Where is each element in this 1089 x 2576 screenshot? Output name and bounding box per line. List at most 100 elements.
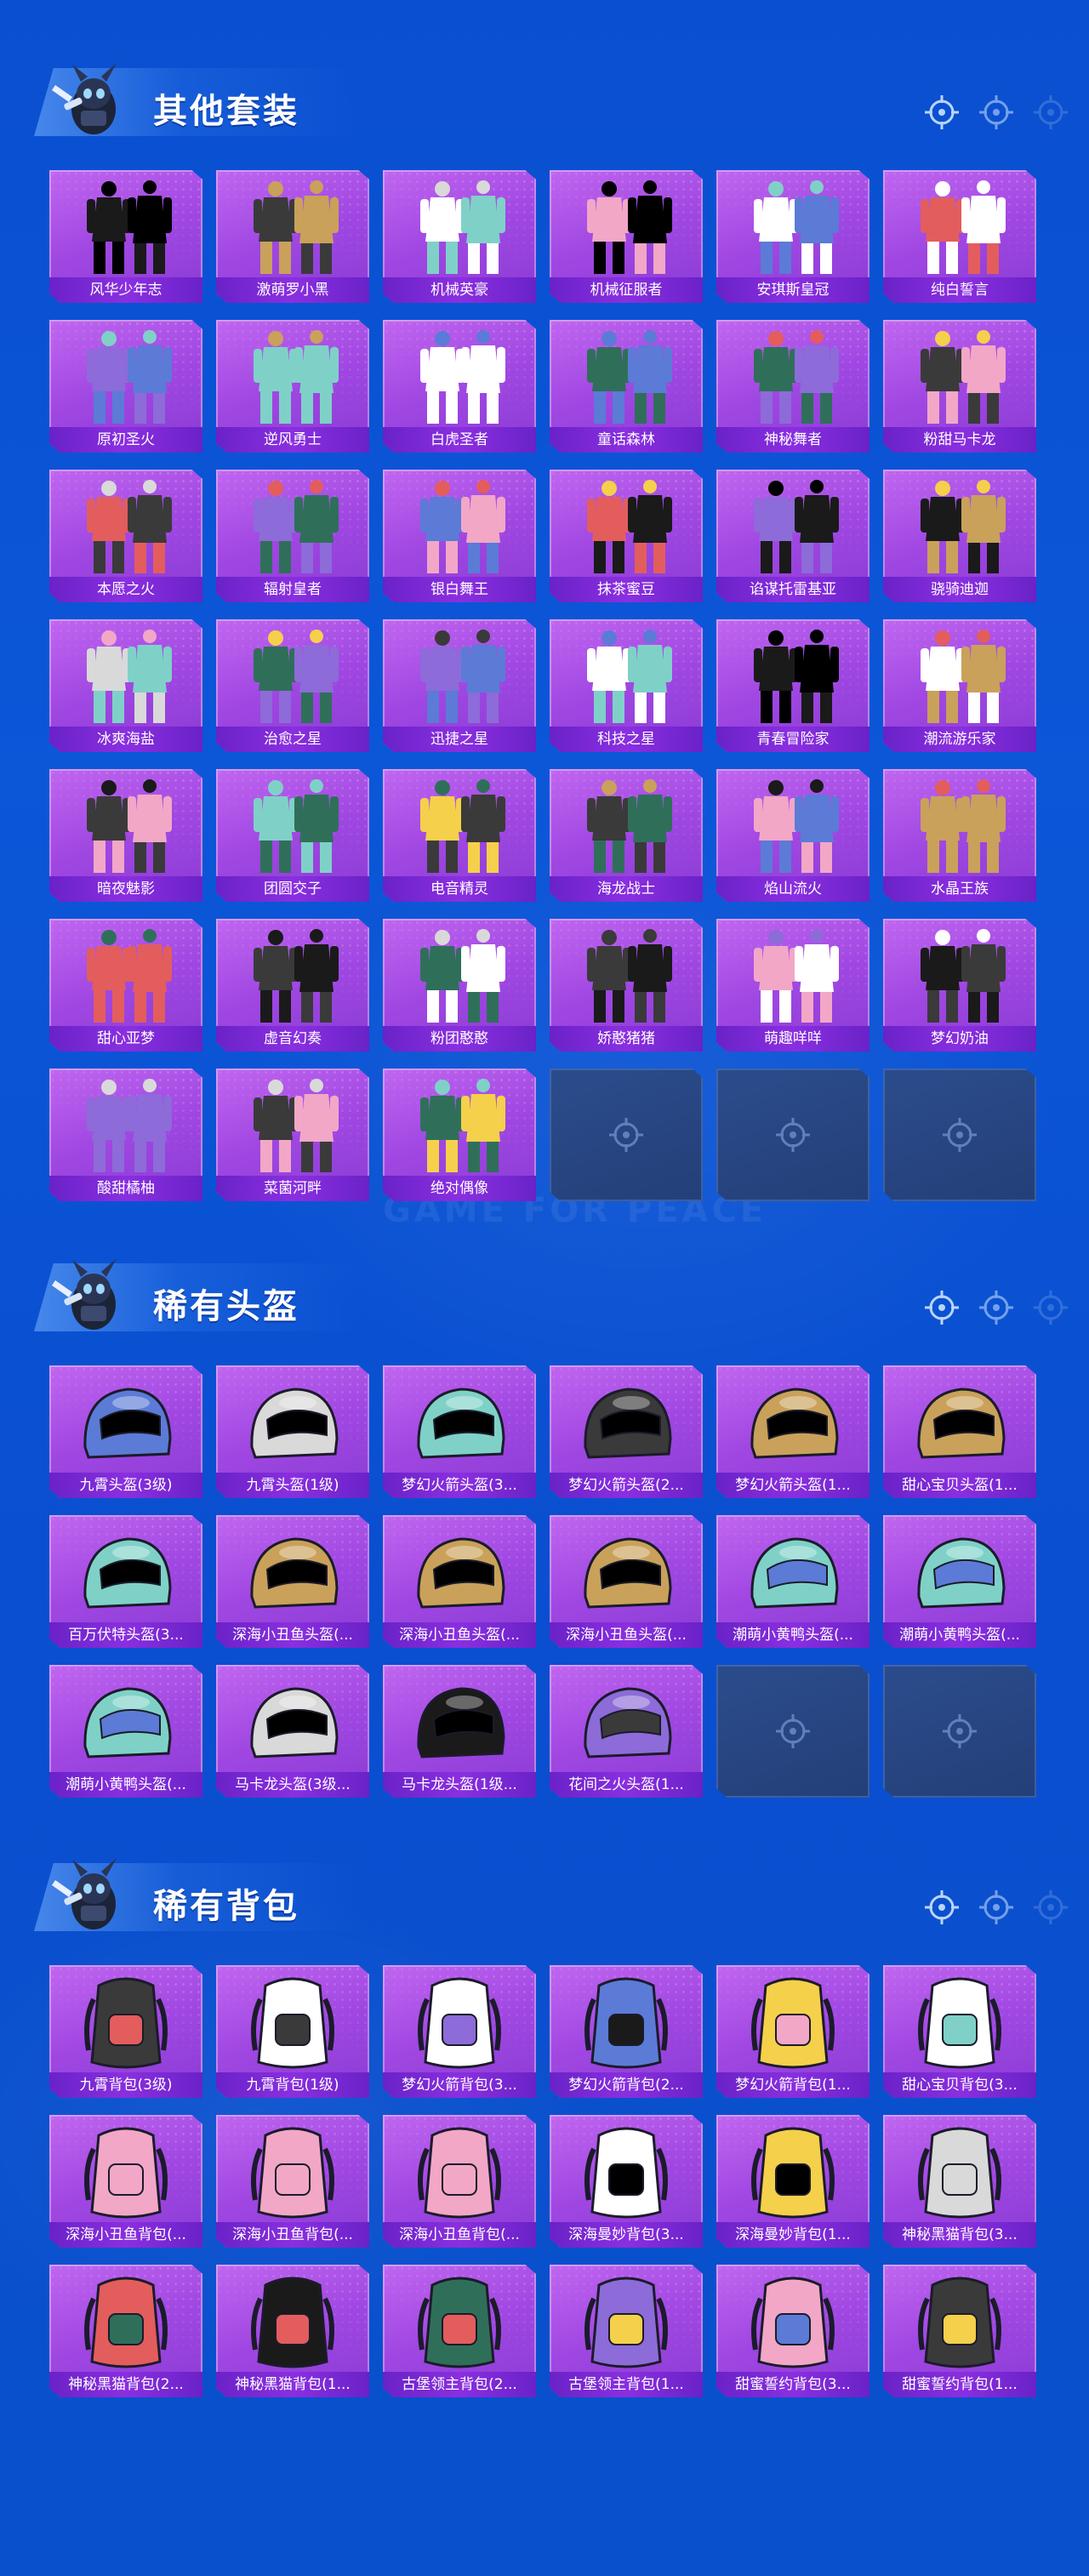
backpack-card[interactable]: 深海曼妙背包(1... bbox=[716, 2115, 869, 2248]
backpack-card[interactable]: 深海曼妙背包(3... bbox=[550, 2115, 703, 2248]
outfit-name: 绝对偶像 bbox=[383, 1176, 536, 1201]
outfit-card[interactable]: 机械英豪 bbox=[383, 170, 536, 303]
helmet-card[interactable]: 梦幻火箭头盔(2... bbox=[550, 1365, 703, 1498]
backpack-image bbox=[383, 2268, 536, 2375]
outfit-card[interactable]: 抹茶蜜豆 bbox=[550, 470, 703, 602]
backpack-card[interactable]: 梦幻火箭背包(2... bbox=[550, 1965, 703, 2098]
outfit-figure-b bbox=[795, 630, 839, 723]
outfit-card[interactable]: 骁骑迪迦 bbox=[883, 470, 1036, 602]
helmet-card[interactable]: 马卡龙头盔(1级... bbox=[383, 1665, 536, 1798]
outfit-card[interactable]: 风华少年志 bbox=[49, 170, 202, 303]
header-decoration bbox=[923, 1889, 1069, 1926]
outfit-card[interactable]: 银白舞王 bbox=[383, 470, 536, 602]
helmet-card[interactable]: 梦幻火箭头盔(1... bbox=[716, 1365, 869, 1498]
helmet-card[interactable]: 潮萌小黄鸭头盔(... bbox=[883, 1515, 1036, 1648]
helmet-card[interactable]: 深海小丑鱼头盔(... bbox=[216, 1515, 369, 1648]
helmet-card[interactable]: 深海小丑鱼头盔(... bbox=[383, 1515, 536, 1648]
outfit-card[interactable]: 绝对偶像 bbox=[383, 1069, 536, 1201]
outfit-figure-b bbox=[961, 180, 1006, 274]
outfit-figure-b bbox=[961, 779, 1006, 873]
outfit-card[interactable]: 暗夜魅影 bbox=[49, 769, 202, 902]
outfit-card[interactable]: 电音精灵 bbox=[383, 769, 536, 902]
helmet-image bbox=[216, 1668, 369, 1775]
outfit-image bbox=[383, 922, 536, 1029]
outfit-card[interactable]: 辐射皇者 bbox=[216, 470, 369, 602]
outfit-card[interactable]: 逆风勇士 bbox=[216, 320, 369, 453]
backpack-card[interactable]: 神秘黑猫背包(1... bbox=[216, 2265, 369, 2397]
outfit-name: 风华少年志 bbox=[49, 277, 202, 303]
outfit-card[interactable]: 团圆交子 bbox=[216, 769, 369, 902]
outfit-card[interactable]: 童话森林 bbox=[550, 320, 703, 453]
outfit-name: 机械英豪 bbox=[383, 277, 536, 303]
outfit-card[interactable]: 冰爽海盐 bbox=[49, 619, 202, 752]
outfit-card[interactable]: 神秘舞者 bbox=[716, 320, 869, 453]
outfit-card[interactable]: 青春冒险家 bbox=[716, 619, 869, 752]
outfit-card[interactable]: 酸甜橘柚 bbox=[49, 1069, 202, 1201]
backpack-card[interactable]: 甜蜜誓约背包(1... bbox=[883, 2265, 1036, 2397]
outfit-card[interactable]: 梦幻奶油 bbox=[883, 919, 1036, 1051]
helmet-image bbox=[383, 1369, 536, 1476]
outfit-figure-b bbox=[294, 1079, 339, 1172]
helmet-card[interactable]: 九霄头盔(3级) bbox=[49, 1365, 202, 1498]
helmet-card[interactable]: 甜心宝贝头盔(1... bbox=[883, 1365, 1036, 1498]
outfit-figure-b bbox=[128, 330, 172, 424]
backpack-card[interactable]: 古堡领主背包(2... bbox=[383, 2265, 536, 2397]
outfit-image bbox=[216, 772, 369, 880]
helmet-card[interactable]: 潮萌小黄鸭头盔(... bbox=[716, 1515, 869, 1648]
helmet-card[interactable]: 花间之火头盔(1... bbox=[550, 1665, 703, 1798]
outfit-name: 粉团憨憨 bbox=[383, 1026, 536, 1051]
outfit-card[interactable]: 科技之星 bbox=[550, 619, 703, 752]
backpack-card[interactable]: 梦幻火箭背包(3... bbox=[383, 1965, 536, 2098]
backpack-card[interactable]: 深海小丑鱼背包(... bbox=[383, 2115, 536, 2248]
outfit-card[interactable]: 水晶王族 bbox=[883, 769, 1036, 902]
outfit-figure-b bbox=[461, 630, 505, 723]
crosshair-icon bbox=[1032, 1889, 1069, 1926]
helmet-card[interactable]: 百万伏特头盔(3... bbox=[49, 1515, 202, 1648]
outfit-figure-b bbox=[961, 929, 1006, 1023]
helmet-name: 潮萌小黄鸭头盔(... bbox=[49, 1772, 202, 1798]
outfit-figure-a bbox=[420, 481, 465, 573]
outfit-card[interactable]: 迅捷之星 bbox=[383, 619, 536, 752]
outfit-card[interactable]: 安琪斯皇冠 bbox=[716, 170, 869, 303]
outfit-card[interactable]: 治愈之星 bbox=[216, 619, 369, 752]
outfit-card[interactable]: 粉团憨憨 bbox=[383, 919, 536, 1051]
outfit-card[interactable]: 焰山流火 bbox=[716, 769, 869, 902]
backpack-card[interactable]: 神秘黑猫背包(3... bbox=[883, 2115, 1036, 2248]
backpack-name: 神秘黑猫背包(2... bbox=[49, 2372, 202, 2397]
crosshair-icon bbox=[774, 1116, 812, 1154]
outfit-card[interactable]: 萌趣咩咩 bbox=[716, 919, 869, 1051]
backpack-card[interactable]: 甜心宝贝背包(3... bbox=[883, 1965, 1036, 2098]
helmet-card[interactable]: 九霄头盔(1级) bbox=[216, 1365, 369, 1498]
outfit-card[interactable]: 激萌罗小黑 bbox=[216, 170, 369, 303]
outfit-card[interactable]: 潮流游乐家 bbox=[883, 619, 1036, 752]
helmet-card[interactable]: 深海小丑鱼头盔(... bbox=[550, 1515, 703, 1648]
outfit-card[interactable]: 原初圣火 bbox=[49, 320, 202, 453]
outfit-card[interactable]: 甜心亚梦 bbox=[49, 919, 202, 1051]
outfit-card[interactable]: 粉甜马卡龙 bbox=[883, 320, 1036, 453]
helmet-card[interactable]: 潮萌小黄鸭头盔(... bbox=[49, 1665, 202, 1798]
outfit-image bbox=[716, 922, 869, 1029]
outfit-name: 团圆交子 bbox=[216, 876, 369, 902]
outfit-card[interactable]: 虚音幻奏 bbox=[216, 919, 369, 1051]
outfit-card[interactable]: 白虎圣者 bbox=[383, 320, 536, 453]
outfit-card[interactable]: 谄谋托雷基亚 bbox=[716, 470, 869, 602]
outfit-card[interactable]: 纯白誓言 bbox=[883, 170, 1036, 303]
outfit-figure-b bbox=[961, 330, 1006, 424]
backpack-card[interactable]: 神秘黑猫背包(2... bbox=[49, 2265, 202, 2397]
outfit-card[interactable]: 娇憨猪猪 bbox=[550, 919, 703, 1051]
outfit-card[interactable]: 海龙战士 bbox=[550, 769, 703, 902]
helmet-card[interactable]: 梦幻火箭头盔(3... bbox=[383, 1365, 536, 1498]
backpack-card[interactable]: 古堡领主背包(1... bbox=[550, 2265, 703, 2397]
helmet-card[interactable]: 马卡龙头盔(3级... bbox=[216, 1665, 369, 1798]
outfit-card[interactable]: 菜菌河畔 bbox=[216, 1069, 369, 1201]
outfit-figure-a bbox=[87, 481, 131, 573]
backpack-card[interactable]: 梦幻火箭背包(1... bbox=[716, 1965, 869, 2098]
outfit-card[interactable]: 本愿之火 bbox=[49, 470, 202, 602]
backpack-card[interactable]: 深海小丑鱼背包(... bbox=[49, 2115, 202, 2248]
backpack-card[interactable]: 甜蜜誓约背包(3... bbox=[716, 2265, 869, 2397]
backpack-card[interactable]: 深海小丑鱼背包(... bbox=[216, 2115, 369, 2248]
backpack-card[interactable]: 九霄背包(3级) bbox=[49, 1965, 202, 2098]
outfit-figure-a bbox=[587, 331, 631, 424]
outfit-card[interactable]: 机械征服者 bbox=[550, 170, 703, 303]
backpack-card[interactable]: 九霄背包(1级) bbox=[216, 1965, 369, 2098]
